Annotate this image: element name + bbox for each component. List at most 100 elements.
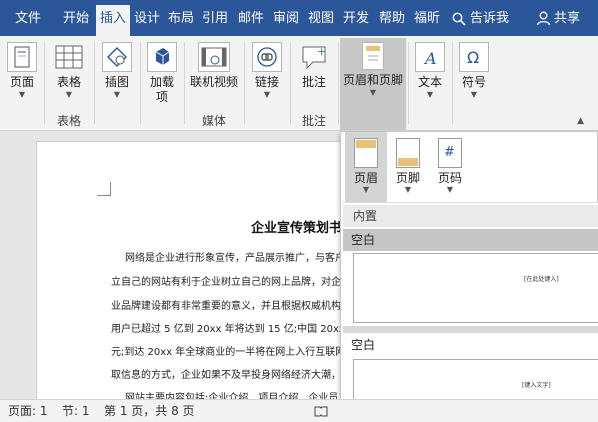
- tell-me-search[interactable]: 告诉我: [452, 5, 509, 33]
- comment-button[interactable]: + 批注: [294, 38, 334, 112]
- gallery-thumbnail-blank[interactable]: [在此处键入]: [353, 253, 598, 323]
- textbox-icon: A: [415, 42, 445, 72]
- share-button[interactable]: 共享: [536, 5, 580, 33]
- document-line: 立自己的网站有利于企业树立自己的网上品牌，对企业: [111, 277, 351, 288]
- svg-text:A: A: [423, 49, 437, 68]
- comment-label: 批注: [301, 75, 326, 89]
- header-footer-dropdown: 页眉 ▼ 页脚 ▼ # 页码 ▼ 内置 空白 [在此处键入] 空白 [键入文字]: [340, 131, 598, 422]
- header-button[interactable]: 页眉 ▼: [345, 132, 387, 202]
- header-footer-label: 页眉和页脚: [342, 73, 403, 87]
- tab-review[interactable]: 审阅: [271, 5, 301, 33]
- addins-label-1: 加载: [149, 75, 174, 89]
- gallery-item-title[interactable]: 空白: [343, 229, 598, 251]
- chevron-down-icon: ▼: [113, 90, 121, 99]
- footer-button[interactable]: 页脚 ▼: [387, 132, 429, 202]
- links-button[interactable]: 链接 ▼: [248, 38, 286, 112]
- group-label-table: 表格: [56, 114, 81, 128]
- document-line: 网络是企业进行形象宣传，产品展示推广，与客户: [125, 253, 345, 264]
- symbol-label: 符号: [461, 75, 486, 89]
- addins-label-2: 项: [155, 90, 168, 104]
- status-page[interactable]: 页面: 1: [8, 400, 48, 422]
- separator: [290, 42, 291, 124]
- separator: [338, 42, 339, 124]
- status-page-count[interactable]: 第 1 页，共 8 页: [104, 400, 195, 422]
- chevron-down-icon: ▼: [263, 90, 271, 99]
- ribbon-insert: 页面 ▼ 表格 ▼ 表格 插图 ▼ 加载 项 联机视频 媒体 链接 ▼ + 批注…: [0, 36, 598, 131]
- tab-design[interactable]: 设计: [132, 5, 162, 33]
- separator: [452, 42, 453, 124]
- chevron-down-icon: ▼: [404, 185, 412, 194]
- footer-icon: [396, 138, 420, 168]
- person-icon: [536, 11, 551, 26]
- separator: [44, 42, 45, 124]
- chevron-down-icon: ▼: [18, 90, 26, 99]
- ribbon-tab-bar: 文件 开始 插入 设计 布局 引用 邮件 审阅 视图 开发 帮助 福昕 告诉我 …: [0, 0, 598, 36]
- chevron-down-icon: ▼: [470, 90, 478, 99]
- thumbnail-placeholder-text: [键入文字]: [522, 382, 551, 389]
- page-number-button[interactable]: # 页码 ▼: [429, 132, 471, 202]
- page-margin-corner: [97, 182, 111, 196]
- text-button[interactable]: A 文本 ▼: [412, 38, 448, 112]
- gallery-item-title[interactable]: 空白: [343, 334, 598, 356]
- tab-layout[interactable]: 布局: [166, 5, 196, 33]
- tab-insert[interactable]: 插入: [96, 5, 130, 36]
- symbol-button[interactable]: Ω 符号 ▼: [456, 38, 492, 112]
- addins-button[interactable]: 加载 项: [144, 38, 180, 112]
- group-label-media: 媒体: [201, 114, 226, 128]
- shapes-icon: [102, 42, 132, 72]
- separator: [94, 42, 95, 124]
- header-label: 页眉: [353, 171, 378, 185]
- status-section[interactable]: 节: 1: [62, 400, 90, 422]
- document-line: 用户已超过 5 亿到 20xx 年将达到 15 亿;中国 20xx 年: [111, 324, 359, 335]
- group-label-comment: 批注: [301, 114, 326, 128]
- thumbnail-placeholder-text: [在此处键入]: [524, 276, 559, 283]
- gallery-divider: [343, 326, 598, 333]
- search-icon: [452, 12, 466, 26]
- illustrations-button[interactable]: 插图 ▼: [98, 38, 136, 112]
- tab-references[interactable]: 引用: [200, 5, 230, 33]
- read-mode-icon[interactable]: [314, 400, 328, 422]
- header-footer-icon: [362, 42, 384, 70]
- svg-text:+: +: [317, 45, 326, 58]
- omega-icon: Ω: [459, 42, 489, 72]
- page-icon: [7, 42, 37, 72]
- tab-view[interactable]: 视图: [306, 5, 336, 33]
- tab-mailings[interactable]: 邮件: [236, 5, 266, 33]
- collapse-ribbon-icon[interactable]: ▲: [577, 116, 584, 126]
- online-video-button[interactable]: 联机视频: [188, 38, 240, 112]
- separator: [140, 42, 141, 124]
- text-label: 文本: [417, 75, 442, 89]
- chevron-down-icon: ▼: [362, 185, 370, 194]
- chevron-down-icon: ▼: [369, 88, 377, 97]
- status-bar: 页面: 1 节: 1 第 1 页，共 8 页: [0, 399, 598, 422]
- separator: [184, 42, 185, 124]
- chevron-down-icon: ▼: [446, 185, 454, 194]
- tab-file[interactable]: 文件: [8, 5, 48, 33]
- comment-icon: +: [299, 42, 329, 72]
- document-title: 企业宣传策划书: [251, 221, 343, 236]
- tell-me-label: 告诉我: [470, 11, 510, 26]
- svg-text:#: #: [444, 145, 455, 160]
- footer-label: 页脚: [395, 171, 420, 185]
- tab-home[interactable]: 开始: [58, 5, 94, 33]
- page-number-icon: #: [438, 138, 462, 168]
- svg-text:Ω: Ω: [467, 48, 479, 67]
- table-label: 表格: [56, 75, 81, 89]
- tab-developer[interactable]: 开发: [341, 5, 371, 33]
- tab-foxit[interactable]: 福昕: [412, 5, 442, 33]
- link-icon: [252, 42, 282, 72]
- tab-help[interactable]: 帮助: [377, 5, 407, 33]
- addins-icon: [147, 42, 177, 72]
- pages-button[interactable]: 页面 ▼: [4, 38, 40, 112]
- chevron-down-icon: ▼: [65, 90, 73, 99]
- document-line: 业品牌建设都有非常重要的意义，并且根据权威机构统: [111, 301, 351, 312]
- document-line: 取信息的方式，企业如果不及早投身网络经济大潮，必: [111, 370, 351, 381]
- header-icon: [354, 138, 378, 168]
- chevron-down-icon: ▼: [426, 90, 434, 99]
- separator: [244, 42, 245, 124]
- gallery-section-builtin: 内置: [343, 205, 598, 227]
- header-footer-button[interactable]: 页眉和页脚 ▼: [340, 38, 406, 130]
- document-line: 元;到达 20xx 年全球商业的一半将在网上入行互联网: [111, 347, 346, 358]
- header-gallery: 内置 空白 [在此处键入] 空白 [键入文字]: [343, 202, 598, 422]
- table-button[interactable]: 表格 ▼: [50, 38, 88, 112]
